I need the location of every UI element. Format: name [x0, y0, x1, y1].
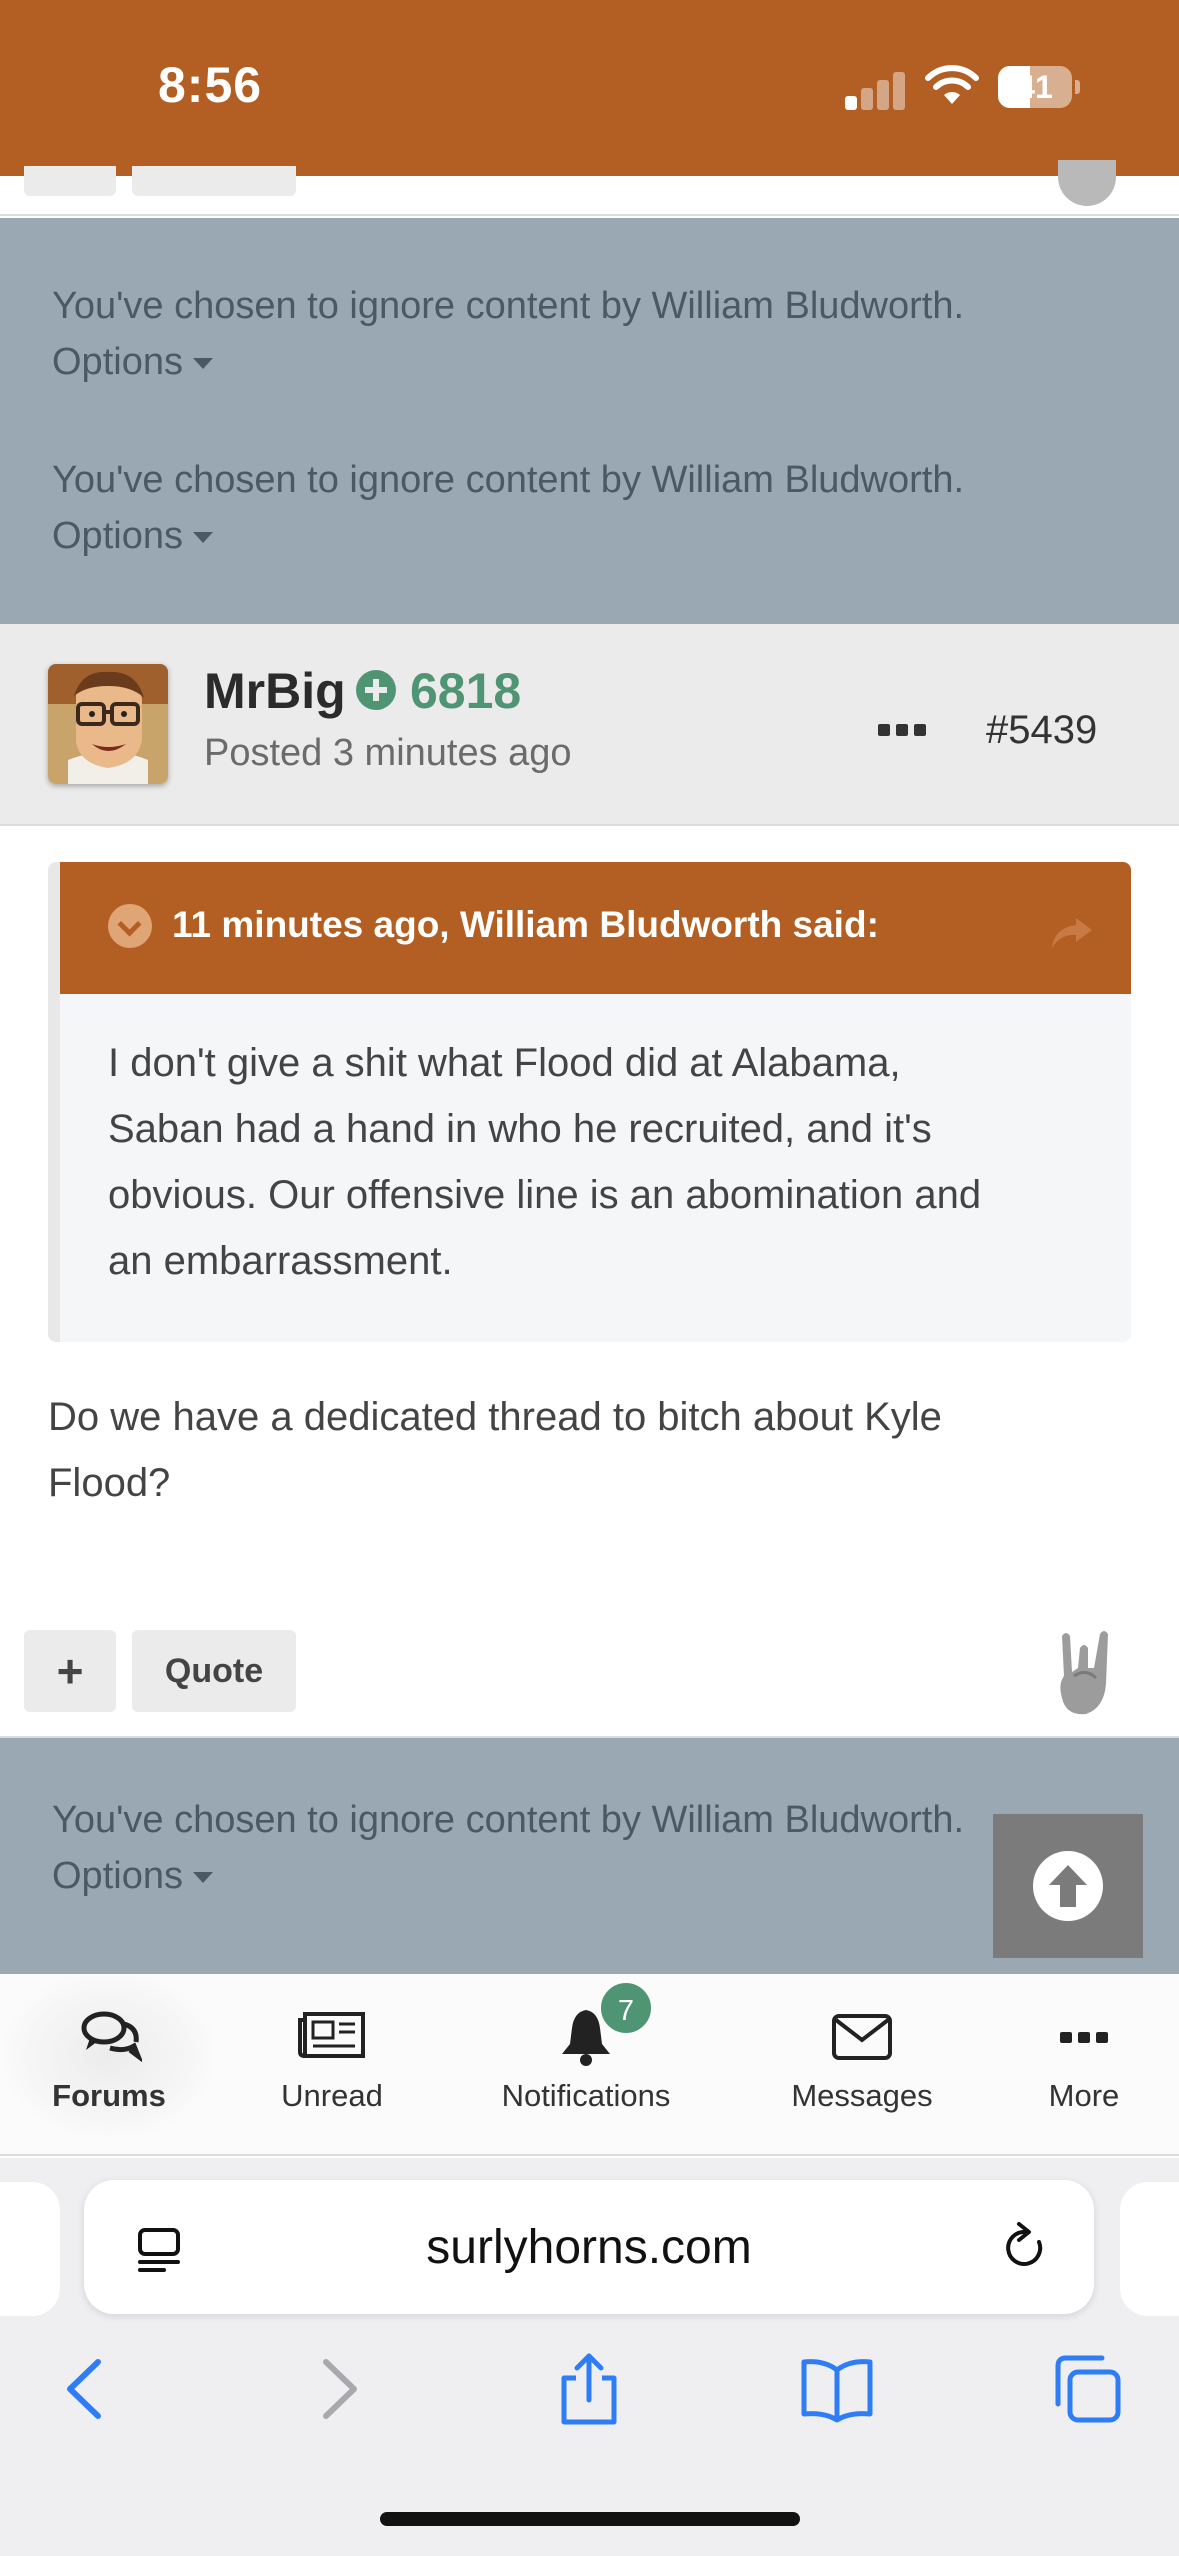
status-time: 8:56	[158, 57, 263, 113]
back-icon[interactable]	[50, 2352, 124, 2426]
previous-quote-button[interactable]	[132, 166, 296, 196]
ignored-notice: You've chosen to ignore content by Willi…	[52, 1792, 964, 1904]
cellular-signal-icon	[845, 70, 905, 110]
reputation-score: 6818	[410, 663, 522, 719]
bottom-nav: Forums Unread Notifications Messages Mor…	[0, 1974, 1179, 2156]
browser-toolbar: surlyhorns.com	[0, 2158, 1179, 2556]
options-dropdown[interactable]: Options	[52, 1848, 964, 1904]
previous-post-actions	[0, 160, 1179, 216]
nav-label: Forums	[52, 2078, 166, 2113]
post-options-icon[interactable]	[878, 724, 928, 738]
caret-down-icon	[192, 1872, 213, 1884]
quote-block: 11 minutes ago, William Bludworth said: …	[48, 862, 1131, 1342]
ignored-notice: You've chosen to ignore content by Willi…	[52, 452, 964, 564]
nav-label: Messages	[791, 2078, 933, 2113]
status-bar: 8:56 41	[0, 0, 1179, 176]
reload-icon[interactable]	[999, 2222, 1051, 2274]
ignored-content-block: You've chosen to ignore content by Willi…	[0, 218, 1179, 624]
post-timestamp[interactable]: Posted 3 minutes ago	[204, 732, 572, 775]
previous-plus-button[interactable]	[24, 166, 116, 196]
caret-down-icon	[192, 532, 213, 544]
quote-header: 11 minutes ago, William Bludworth said:	[60, 862, 1131, 994]
bookmarks-icon[interactable]	[800, 2352, 874, 2426]
author-name[interactable]: MrBig	[204, 662, 346, 720]
ignored-notice-text: You've chosen to ignore content by Willi…	[52, 459, 965, 501]
url-text: surlyhorns.com	[426, 2221, 752, 2274]
post-header: MrBig 6818 Posted 3 minutes ago #5439	[0, 624, 1179, 826]
nav-more[interactable]: More	[1004, 1974, 1164, 2156]
previous-tab-preview[interactable]	[0, 2182, 60, 2316]
ignored-notice-text: You've chosen to ignore content by Willi…	[52, 1799, 965, 1841]
ignored-notice-text: You've chosen to ignore content by Willi…	[52, 285, 965, 327]
battery-icon: 41	[998, 66, 1080, 108]
chevron-down-icon[interactable]	[108, 904, 152, 948]
notifications-badge: 7	[598, 1980, 654, 2036]
avatar[interactable]	[48, 664, 168, 784]
ellipsis-icon	[1060, 2032, 1108, 2043]
quote-attribution: 11 minutes ago, William Bludworth said:	[172, 904, 879, 945]
options-dropdown[interactable]: Options	[52, 508, 964, 564]
home-indicator	[380, 2512, 800, 2526]
caret-down-icon	[192, 358, 213, 370]
quote-button[interactable]: Quote	[132, 1630, 296, 1712]
wifi-icon	[925, 65, 979, 104]
nav-messages[interactable]: Messages	[762, 1974, 962, 2156]
arrow-up-icon	[1033, 1851, 1103, 1921]
reputation-plus-icon	[356, 670, 396, 710]
scroll-to-top-button[interactable]	[993, 1814, 1143, 1958]
battery-level: 41	[1017, 69, 1053, 105]
options-dropdown[interactable]: Options	[52, 334, 964, 390]
ignored-notice: You've chosen to ignore content by Willi…	[52, 278, 964, 390]
nav-label: More	[1048, 2078, 1120, 2113]
chat-bubbles-icon	[81, 2011, 142, 2063]
plus-button[interactable]: +	[24, 1630, 116, 1712]
envelope-icon	[832, 2014, 892, 2060]
nav-forums[interactable]: Forums	[6, 1974, 212, 2156]
post-body: Do we have a dedicated thread to bitch a…	[48, 1395, 942, 1505]
newspaper-icon	[298, 2012, 365, 2058]
nav-label: Notifications	[501, 2078, 671, 2113]
forward-icon[interactable]	[300, 2352, 374, 2426]
nav-label: Unread	[281, 2078, 383, 2113]
address-bar[interactable]: surlyhorns.com	[84, 2180, 1094, 2314]
nav-unread[interactable]: Unread	[232, 1974, 432, 2156]
share-arrow-icon[interactable]	[1050, 914, 1094, 950]
tabs-icon[interactable]	[1050, 2352, 1124, 2426]
previous-reaction-icon[interactable]	[1058, 160, 1116, 206]
nav-notifications[interactable]: Notifications	[478, 1974, 694, 2156]
next-tab-preview[interactable]	[1120, 2182, 1179, 2316]
post-number[interactable]: #5439	[986, 708, 1097, 753]
share-icon[interactable]	[552, 2352, 626, 2426]
quote-text: I don't give a shit what Flood did at Al…	[108, 1041, 982, 1283]
rock-hand-reaction-icon[interactable]	[1052, 1628, 1118, 1718]
